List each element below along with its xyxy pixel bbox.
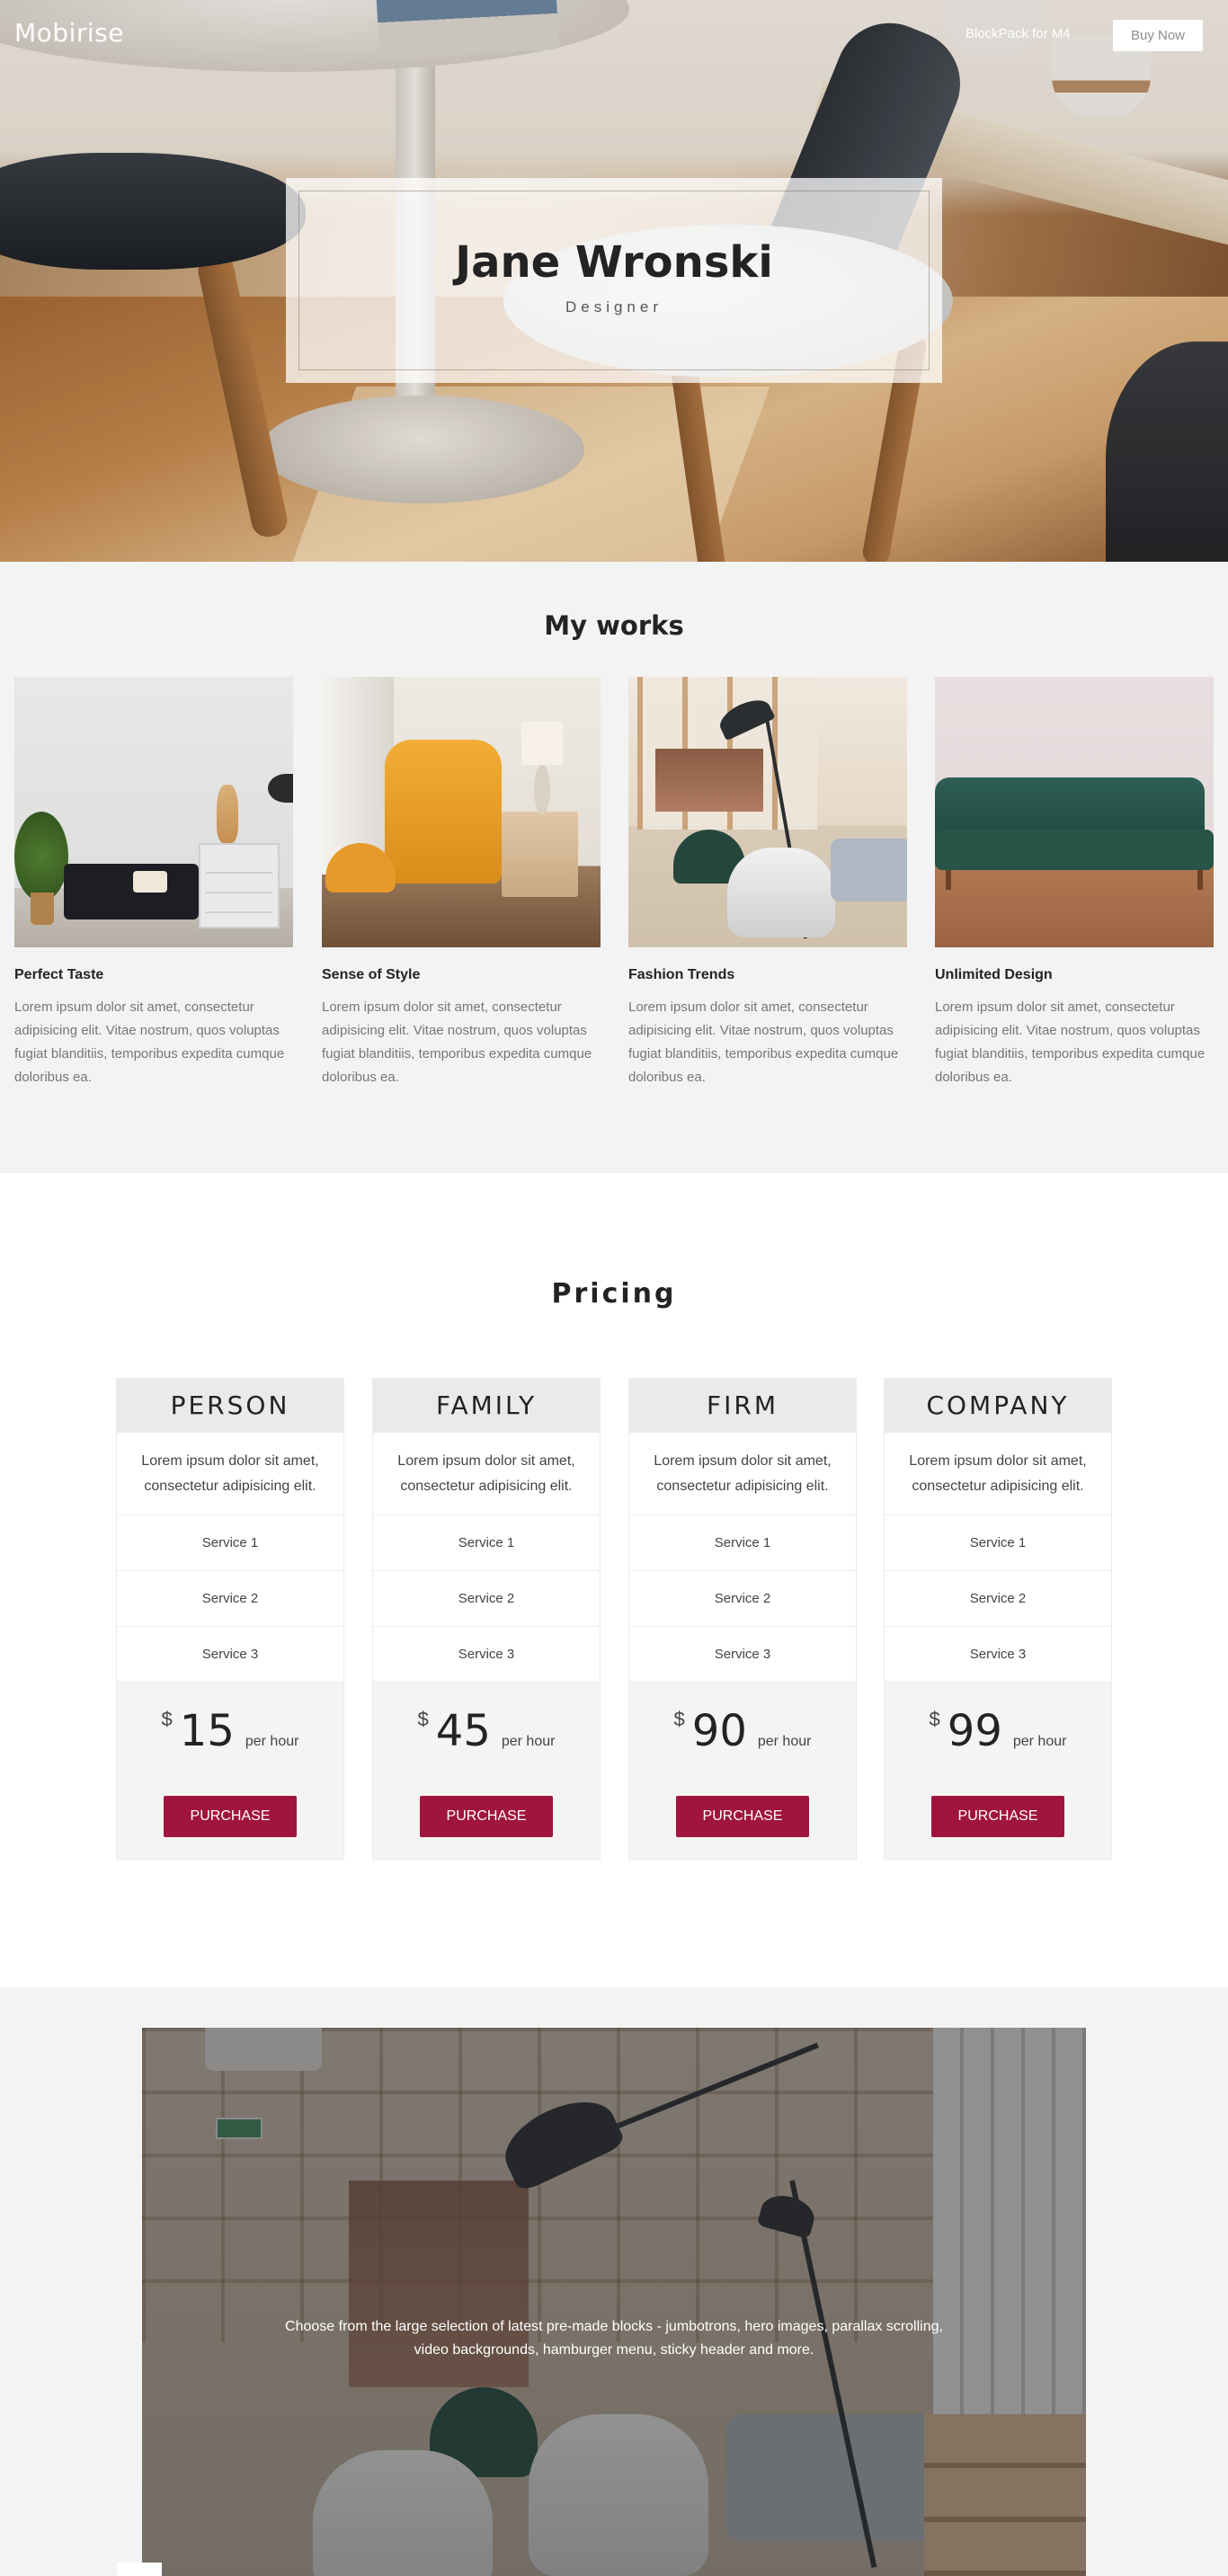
work-image-pot — [31, 893, 54, 925]
plan-service: Service 2 — [629, 1571, 856, 1627]
price-currency: $ — [417, 1708, 429, 1730]
pricing-plan-person: PERSON Lorem ipsum dolor sit amet, conse… — [116, 1378, 344, 1861]
pricing-title: Pricing — [551, 1278, 677, 1310]
plan-service: Service 3 — [629, 1627, 856, 1683]
plan-footer: $99 per hour PURCHASE — [885, 1681, 1111, 1861]
pricing-plan-firm: FIRM Lorem ipsum dolor sit amet, consect… — [628, 1378, 857, 1861]
plan-name: PERSON — [117, 1379, 343, 1433]
plan-price: $90 per hour — [629, 1706, 856, 1756]
plan-description: Lorem ipsum dolor sit amet, consectetur … — [629, 1433, 856, 1515]
work-image-lamp — [268, 774, 293, 803]
plan-service: Service 1 — [373, 1515, 600, 1571]
plan-footer: $15 per hour PURCHASE — [117, 1681, 343, 1861]
plan-service: Service 3 — [885, 1627, 1111, 1683]
work-description: Lorem ipsum dolor sit amet, consectetur … — [628, 999, 899, 1085]
plan-price: $15 per hour — [117, 1706, 343, 1756]
purchase-button[interactable]: PURCHASE — [164, 1796, 297, 1837]
plan-description: Lorem ipsum dolor sit amet, consectetur … — [117, 1433, 343, 1515]
work-image-sofa-leg — [1197, 870, 1203, 890]
work-image-sense-of-style — [322, 677, 601, 947]
plan-footer: $45 per hour PURCHASE — [373, 1681, 600, 1861]
work-image-dresser — [199, 843, 280, 928]
work-image-perfect-taste — [14, 677, 293, 947]
works-section: My works Perfect Taste Lorem ipsum dolor… — [0, 562, 1228, 1173]
work-card: Fashion Trends Lorem ipsum dolor sit ame… — [628, 677, 907, 1089]
work-image-shelf — [655, 749, 763, 812]
purchase-button[interactable]: PURCHASE — [420, 1796, 553, 1837]
plan-service: Service 2 — [885, 1571, 1111, 1627]
plan-service: Service 3 — [373, 1627, 600, 1683]
plan-description: Lorem ipsum dolor sit amet, consectetur … — [373, 1433, 600, 1515]
plan-price: $99 per hour — [885, 1706, 1111, 1756]
hero-title-card: Jane Wronski Designer — [286, 178, 942, 383]
work-image-couch — [831, 839, 907, 902]
price-period: per hour — [245, 1734, 299, 1749]
work-image-sofa-seat — [935, 830, 1214, 870]
work-image-unlimited-design — [935, 677, 1214, 947]
work-title: Sense of Style — [322, 967, 421, 982]
plan-price: $45 per hour — [373, 1706, 600, 1756]
corner-tab — [117, 2563, 162, 2576]
work-description: Lorem ipsum dolor sit amet, consectetur … — [14, 999, 285, 1085]
work-image-lampshade — [521, 722, 563, 765]
promo-section: Choose from the large selection of lates… — [0, 1987, 1228, 2576]
promo-text: Choose from the large selection of lates… — [285, 2319, 943, 2358]
price-currency: $ — [673, 1708, 685, 1730]
work-image-fashion-trends — [628, 677, 907, 947]
work-image-sofa — [64, 864, 199, 919]
price-period: per hour — [757, 1734, 812, 1749]
plan-service: Service 2 — [373, 1571, 600, 1627]
work-image-sofa-leg — [946, 870, 951, 890]
hero-title: Jane Wronski — [455, 237, 773, 288]
promo-image: Choose from the large selection of lates… — [142, 2028, 1086, 2576]
plan-footer: $90 per hour PURCHASE — [629, 1681, 856, 1861]
work-description: Lorem ipsum dolor sit amet, consectetur … — [935, 999, 1206, 1085]
price-amount: 99 — [947, 1706, 1002, 1756]
brand-logo[interactable]: Mobirise — [14, 18, 124, 48]
plan-service: Service 2 — [117, 1571, 343, 1627]
work-image-pillow — [133, 871, 167, 893]
pricing-plan-company: COMPANY Lorem ipsum dolor sit amet, cons… — [884, 1378, 1112, 1861]
price-currency: $ — [929, 1708, 940, 1730]
price-currency: $ — [161, 1708, 173, 1730]
work-image-chair — [727, 848, 835, 937]
work-title: Perfect Taste — [14, 967, 104, 982]
price-amount: 45 — [435, 1706, 491, 1756]
price-amount: 90 — [691, 1706, 747, 1756]
work-image-lamp-base — [534, 765, 550, 814]
plan-service: Service 3 — [117, 1627, 343, 1683]
plan-service: Service 1 — [629, 1515, 856, 1571]
work-image-plant — [14, 812, 68, 902]
hero-subtitle: Designer — [565, 298, 663, 315]
price-period: per hour — [501, 1734, 556, 1749]
plan-name: FAMILY — [373, 1379, 600, 1433]
plan-service: Service 1 — [885, 1515, 1111, 1571]
work-title: Unlimited Design — [935, 967, 1053, 982]
work-image-side-table — [502, 812, 578, 897]
work-card: Perfect Taste Lorem ipsum dolor sit amet… — [14, 677, 293, 1089]
hero-section: Jane Wronski Designer — [0, 0, 1228, 562]
work-image-vase — [217, 785, 238, 843]
plan-name: FIRM — [629, 1379, 856, 1433]
pricing-section: Pricing PERSON Lorem ipsum dolor sit ame… — [0, 1173, 1228, 1987]
work-image-armchair — [385, 740, 502, 884]
work-card: Unlimited Design Lorem ipsum dolor sit a… — [935, 677, 1214, 1089]
buy-now-button[interactable]: Buy Now — [1113, 20, 1203, 51]
work-title: Fashion Trends — [628, 967, 735, 982]
purchase-button[interactable]: PURCHASE — [676, 1796, 809, 1837]
plan-name: COMPANY — [885, 1379, 1111, 1433]
plan-service: Service 1 — [117, 1515, 343, 1571]
price-period: per hour — [1012, 1734, 1067, 1749]
nav-link-blockpack[interactable]: BlockPack for M4 — [965, 26, 1071, 41]
work-card: Sense of Style Lorem ipsum dolor sit ame… — [322, 677, 601, 1089]
pricing-plan-family: FAMILY Lorem ipsum dolor sit amet, conse… — [372, 1378, 601, 1861]
plan-description: Lorem ipsum dolor sit amet, consectetur … — [885, 1433, 1111, 1515]
works-title: My works — [544, 610, 684, 641]
promo-overlay — [142, 2028, 1086, 2576]
work-description: Lorem ipsum dolor sit amet, consectetur … — [322, 999, 592, 1085]
price-amount: 15 — [179, 1706, 235, 1756]
purchase-button[interactable]: PURCHASE — [931, 1796, 1064, 1837]
